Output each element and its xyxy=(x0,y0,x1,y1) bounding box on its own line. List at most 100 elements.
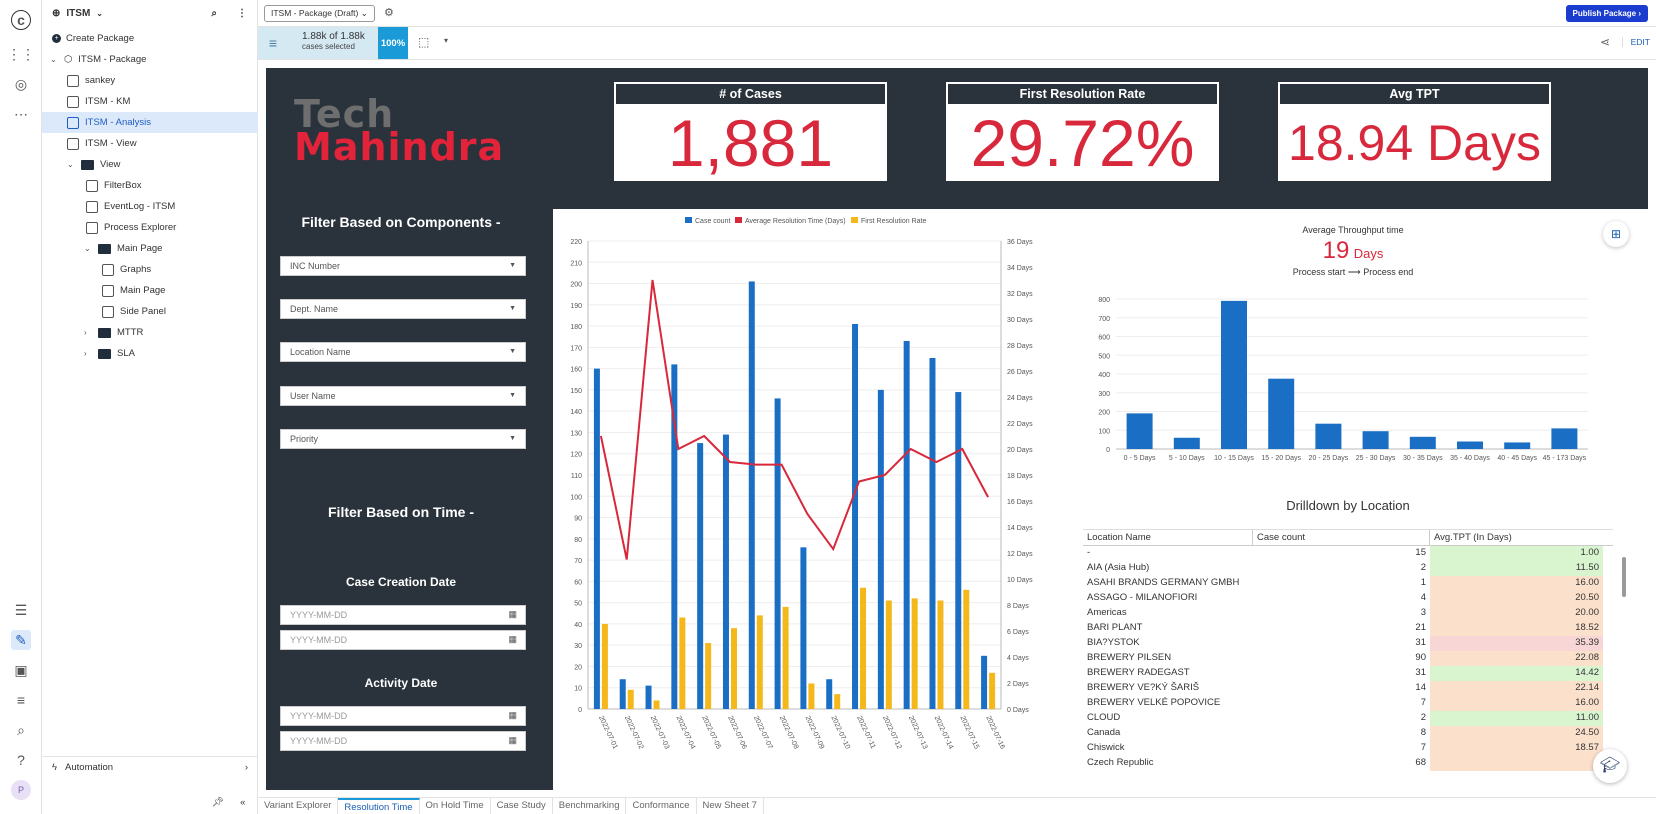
table-row[interactable]: ASAHI BRANDS GERMANY GMBH 1 16.00 xyxy=(1083,576,1613,591)
x-tick-label: 35 - 40 Days xyxy=(1450,455,1490,462)
throughput-unit: Days xyxy=(1353,246,1384,261)
y-tick-label: 600 xyxy=(1098,335,1110,342)
apps-grid-icon[interactable]: ⋮⋮ xyxy=(7,44,35,64)
studio-icon[interactable]: ✎ xyxy=(11,630,31,650)
tree-item-side-panel[interactable]: Side Panel xyxy=(42,301,258,322)
header-avg-tpt[interactable]: Avg.TPT (In Days) xyxy=(1430,530,1603,545)
sheet-tab[interactable]: Benchmarking xyxy=(553,798,627,814)
sheet-tab[interactable]: New Sheet 7 xyxy=(697,798,764,814)
sheet-tab[interactable]: Conformance xyxy=(626,798,697,814)
activity-date-to[interactable]: YYYY-MM-DD ▦ xyxy=(280,731,526,751)
bar-first-resolution-rate xyxy=(756,615,763,709)
edit-button[interactable]: EDIT xyxy=(1621,37,1650,47)
tree-item-process-explorer[interactable]: Process Explorer xyxy=(42,217,258,238)
tree-item-main-page[interactable]: Main Page xyxy=(42,280,258,301)
dropdown-location-name[interactable]: Location Name ▼ xyxy=(280,342,526,362)
analysis-toolbar: ≡ 1.88k of 1.88k cases selected 100% ⬚ ▾… xyxy=(258,27,1656,60)
workspace-header[interactable]: ⊕ ITSM ⌄ ⌕ ⋮ xyxy=(42,0,257,26)
tech-mahindra-logo: Tech Mahindra xyxy=(294,95,504,166)
table-row[interactable]: - 15 1.00 xyxy=(1083,546,1613,561)
menu-icon[interactable]: ≡ xyxy=(258,27,288,59)
dropdown-inc-number[interactable]: INC Number ▼ xyxy=(280,256,526,276)
cell-location: BREWERY VE?KÝ ŠARIŠ xyxy=(1087,682,1200,693)
folder-icon xyxy=(81,159,94,170)
more-icon[interactable]: ⋯ xyxy=(11,104,31,124)
tree-item-itsm-view[interactable]: ITSM - View xyxy=(42,133,258,154)
tree-item-view-folder[interactable]: ⌄ View xyxy=(42,154,258,175)
automation-row[interactable]: ϟ Automation › xyxy=(42,756,258,777)
caret-down-icon: ▼ xyxy=(509,262,516,269)
tree-item-itsm-km[interactable]: ITSM - KM xyxy=(42,91,258,112)
selection-percent: 100% xyxy=(378,27,408,59)
settings-icon[interactable]: ⚙ xyxy=(384,6,394,19)
y2-tick-label: 16 Days xyxy=(1007,499,1033,506)
dropdown-dept-name[interactable]: Dept. Name ▼ xyxy=(280,299,526,319)
package-select[interactable]: ITSM - Package (Draft) ⌄ xyxy=(264,5,375,22)
chevron-down-icon[interactable]: ▾ xyxy=(444,36,448,45)
y-tick-label: 210 xyxy=(570,260,582,267)
kpi-title: First Resolution Rate xyxy=(946,82,1219,106)
header-location[interactable]: Location Name xyxy=(1083,530,1253,545)
table-row[interactable]: Czech Republic 68 1 xyxy=(1083,756,1613,771)
tree-item-mttr-folder[interactable]: › MTTR xyxy=(42,322,258,343)
creation-date-from[interactable]: YYYY-MM-DD ▦ xyxy=(280,605,526,625)
cell-location: ASSAGO - MILANOFIORI xyxy=(1087,592,1198,603)
tree-item-label: SLA xyxy=(117,348,135,359)
collapse-icon[interactable]: « xyxy=(240,797,245,808)
creation-date-to[interactable]: YYYY-MM-DD ▦ xyxy=(280,630,526,650)
celonis-logo-icon[interactable]: c xyxy=(11,10,31,30)
help-icon[interactable]: ? xyxy=(11,750,31,770)
table-row[interactable]: BREWERY VE?KÝ ŠARIŠ 14 22.14 xyxy=(1083,681,1613,696)
publish-package-button[interactable]: Publish Package › xyxy=(1565,5,1648,22)
tree-item-eventlog[interactable]: EventLog - ITSM xyxy=(42,196,258,217)
table-row[interactable]: BREWERY RADEGAST 31 14.42 xyxy=(1083,666,1613,681)
caret-down-icon: ▼ xyxy=(509,435,516,442)
learning-hat-icon[interactable]: 🎓︎ xyxy=(1593,749,1627,783)
header-case-count[interactable]: Case count xyxy=(1253,530,1430,545)
dropdown-user-name[interactable]: User Name ▼ xyxy=(280,386,526,406)
selection-tool-icon[interactable]: ⬚ xyxy=(418,35,429,49)
sheet-tab[interactable]: Case Study xyxy=(491,798,553,814)
date-placeholder: YYYY-MM-DD xyxy=(290,736,348,746)
add-component-icon[interactable]: ⊞ xyxy=(1603,221,1629,247)
search-icon[interactable]: ⌕ xyxy=(11,720,31,740)
table-row[interactable]: Americas 3 20.00 xyxy=(1083,606,1613,621)
gift-icon[interactable]: ▣ xyxy=(11,660,31,680)
chevron-right-icon: › xyxy=(244,761,248,773)
table-icon xyxy=(67,74,79,87)
table-row[interactable]: AIA (Asia Hub) 2 11.50 xyxy=(1083,561,1613,576)
sliders-icon[interactable]: ≡ xyxy=(11,690,31,710)
search-icon[interactable]: ⌕ xyxy=(211,8,217,19)
table-row[interactable]: Canada 8 24.50 xyxy=(1083,726,1613,741)
table-row[interactable]: BIA?YSTOK 31 35.39 xyxy=(1083,636,1613,651)
tree-item-graphs[interactable]: Graphs xyxy=(42,259,258,280)
table-row[interactable]: ASSAGO - MILANOFIORI 4 20.50 xyxy=(1083,591,1613,606)
tree-item-itsm-package[interactable]: ⌄ ⬡ ITSM - Package xyxy=(42,49,258,70)
kebab-icon[interactable]: ⋮ xyxy=(237,8,247,19)
sheet-tab[interactable]: On Hold Time xyxy=(420,798,491,814)
cell-case-count: 31 xyxy=(1415,667,1426,678)
table-row[interactable]: BARI PLANT 21 18.52 xyxy=(1083,621,1613,636)
table-scrollbar[interactable] xyxy=(1622,557,1626,597)
dropdown-priority[interactable]: Priority ▼ xyxy=(280,429,526,449)
database-icon[interactable]: ☰ xyxy=(11,600,31,620)
cell-case-count: 7 xyxy=(1420,697,1426,708)
table-row[interactable]: CLOUD 2 11.00 xyxy=(1083,711,1613,726)
tree-item-sankey[interactable]: sankey xyxy=(42,70,258,91)
avatar[interactable]: P xyxy=(11,780,31,800)
tree-item-main-page-folder[interactable]: ⌄ Main Page xyxy=(42,238,258,259)
sheet-tab[interactable]: Resolution Time xyxy=(338,798,420,814)
sheet-tab[interactable]: Variant Explorer xyxy=(258,798,339,814)
compass-icon[interactable]: ◎ xyxy=(11,74,31,94)
create-package[interactable]: + Create Package xyxy=(42,28,258,49)
activity-date-from[interactable]: YYYY-MM-DD ▦ xyxy=(280,706,526,726)
tree-item-filterbox[interactable]: FilterBox xyxy=(42,175,258,196)
share-icon[interactable]: ⋖ xyxy=(1600,35,1610,49)
tree-item-sla-folder[interactable]: › SLA xyxy=(42,343,258,364)
tree-item-itsm-analysis[interactable]: ITSM - Analysis xyxy=(42,112,258,133)
table-row[interactable]: Chiswick 7 18.57 xyxy=(1083,741,1613,756)
pin-icon[interactable]: 📌︎ xyxy=(212,797,224,808)
table-row[interactable]: BREWERY VELKÉ POPOVICE 7 16.00 xyxy=(1083,696,1613,711)
table-row[interactable]: BREWERY PILSEN 90 22.08 xyxy=(1083,651,1613,666)
y-tick-label: 150 xyxy=(570,388,582,395)
